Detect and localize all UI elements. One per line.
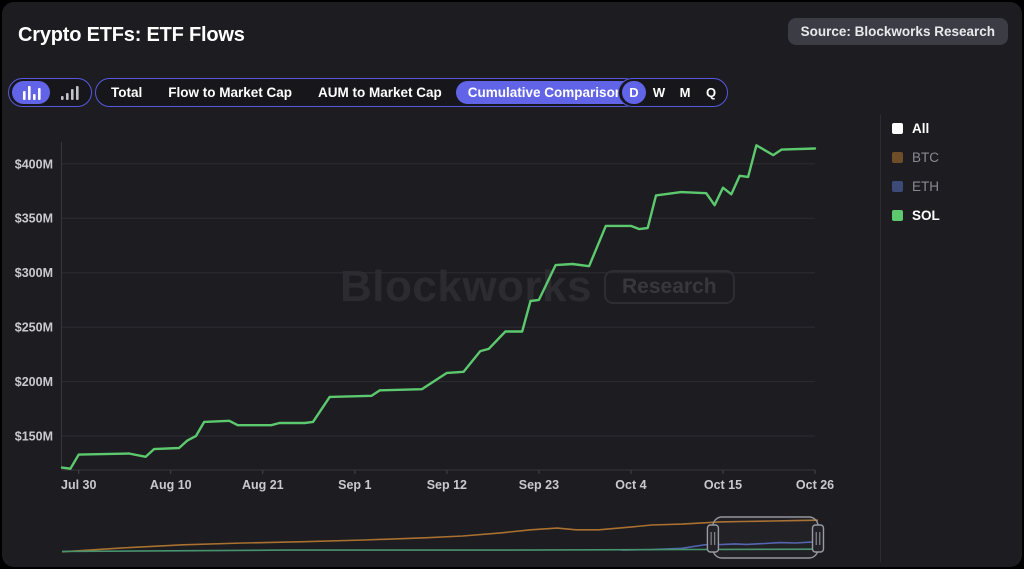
x-tick-label: Oct 15: [704, 478, 742, 492]
legend-label-btc: BTC: [912, 150, 939, 165]
eth-swatch: [892, 181, 903, 192]
y-tick-label: $150M: [15, 430, 53, 444]
y-tick-label: $400M: [15, 157, 53, 171]
y-tick-label: $350M: [15, 212, 53, 226]
y-tick-label: $250M: [15, 321, 53, 335]
btc-swatch: [892, 152, 903, 163]
x-tick-label: Jul 30: [61, 478, 96, 492]
y-tick-label: $200M: [15, 375, 53, 389]
legend-label-all: All: [912, 121, 929, 136]
x-tick-label: Oct 4: [615, 478, 646, 492]
brush-window[interactable]: [713, 517, 818, 558]
legend-item-all[interactable]: All: [892, 122, 940, 135]
legend: All BTC ETH SOL: [892, 122, 940, 238]
sol-series-line: [62, 145, 815, 468]
navigator-btc-line: [62, 520, 818, 552]
cumulative-flows-line-chart: $150M $200M $250M $300M $350M $400M Jul 30 Aug …: [2, 2, 1022, 567]
legend-label-eth: ETH: [912, 179, 939, 194]
x-tick-label: Sep 23: [519, 478, 559, 492]
brush-handle-left[interactable]: [707, 525, 718, 552]
crypto-etf-flows-card: Crypto ETFs: ETF Flows Source: Blockwork…: [2, 2, 1022, 567]
x-tick-label: Oct 26: [796, 478, 834, 492]
legend-item-btc[interactable]: BTC: [892, 151, 940, 164]
x-tick-label: Sep 1: [338, 478, 371, 492]
x-tick-label: Aug 21: [242, 478, 284, 492]
sol-swatch: [892, 210, 903, 221]
legend-divider: [880, 114, 881, 562]
x-tick-label: Sep 12: [427, 478, 467, 492]
legend-item-sol[interactable]: SOL: [892, 209, 940, 222]
all-swatch: [892, 123, 903, 134]
navigator-sol-line: [62, 549, 818, 551]
y-tick-label: $300M: [15, 266, 53, 280]
legend-label-sol: SOL: [912, 208, 940, 223]
brush-handle-right[interactable]: [813, 525, 824, 552]
x-tick-label: Aug 10: [150, 478, 192, 492]
legend-item-eth[interactable]: ETH: [892, 180, 940, 193]
